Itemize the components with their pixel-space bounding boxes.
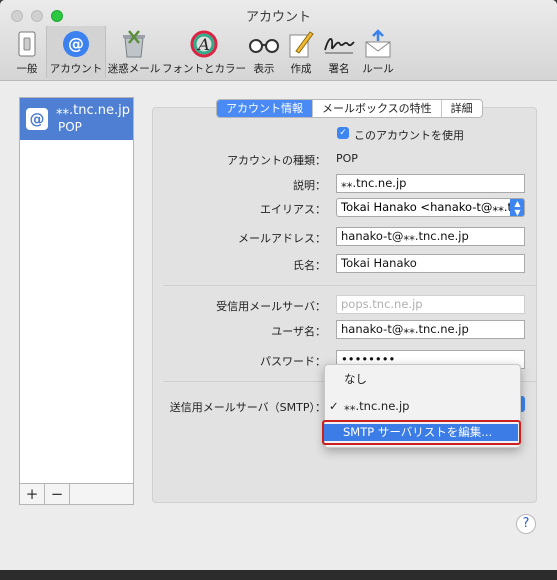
toolbar-item-accounts[interactable]: @ アカウント [46, 26, 106, 78]
annotation-highlight-box [322, 420, 521, 445]
enable-account-label: このアカウントを使用 [354, 129, 464, 142]
chevron-updown-icon: ▲ ▼ [510, 199, 524, 216]
password-label: パスワード： [260, 355, 326, 368]
title-bar: アカウント 一般 @ アカウント 迷惑メール A フォントとカラー 表示 作成 … [0, 0, 557, 81]
smtp-server-label: 送信用メールサーバ（SMTP）： [169, 401, 326, 414]
toolbar-item-fonts-colors[interactable]: A フォントとカラー [162, 26, 246, 78]
account-name: ⁎⁎.tnc.ne.jp [56, 103, 130, 118]
full-name-field[interactable]: Tokai Hanako [336, 254, 525, 273]
toolbar-item-label: アカウント [49, 63, 103, 75]
signature-icon [323, 28, 355, 60]
account-tabs: アカウント情報 メールボックスの特性 詳細 [216, 99, 483, 118]
menu-item-smtp-server[interactable]: ✓ ⁎⁎.tnc.ne.jp [325, 399, 520, 413]
add-account-button[interactable]: + [20, 484, 45, 504]
junk-trash-icon [120, 28, 148, 60]
email-field[interactable]: hanako-t@⁎⁎.tnc.ne.jp [336, 227, 525, 246]
toolbar-item-composing[interactable]: 作成 [282, 26, 320, 78]
alias-popup[interactable]: Tokai Hanako <hanako-t@⁎⁎.tnc.ne.jp> ▲▼ [336, 198, 525, 217]
alias-value: Tokai Hanako <hanako-t@⁎⁎.tnc.ne.jp> [341, 200, 524, 214]
username-field[interactable]: hanako-t@⁎⁎.tnc.ne.jp [336, 320, 525, 339]
checkmark-icon: ✓ [329, 399, 339, 413]
fonts-colors-icon: A [190, 28, 218, 60]
username-label: ユーザ名： [271, 325, 326, 338]
toolbar-item-label: フォントとカラー [162, 63, 246, 75]
toolbar-item-label: 作成 [290, 63, 312, 75]
toolbar-item-viewing[interactable]: 表示 [246, 26, 282, 78]
glasses-icon [248, 28, 280, 60]
alias-label: エイリアス： [260, 203, 326, 216]
pencil-compose-icon [288, 28, 314, 60]
toolbar-item-general[interactable]: 一般 [8, 26, 46, 78]
preferences-window: アカウント 一般 @ アカウント 迷惑メール A フォントとカラー 表示 作成 … [0, 0, 557, 570]
description-label: 説明： [293, 179, 326, 192]
tab-account-info[interactable]: アカウント情報 [217, 100, 313, 117]
section-divider [163, 285, 537, 286]
svg-text:@: @ [68, 34, 84, 53]
incoming-server-label: 受信用メールサーバ： [216, 300, 326, 313]
email-label: メールアドレス： [238, 232, 326, 245]
toolbar-item-label: 署名 [328, 63, 350, 75]
general-switch-icon [16, 28, 38, 60]
toolbar-item-junk[interactable]: 迷惑メール [106, 26, 162, 78]
account-type-label: アカウントの種類： [227, 154, 326, 167]
background-window-strip [0, 570, 557, 580]
at-sign-icon: @ [61, 28, 91, 60]
svg-text:A: A [196, 35, 210, 54]
accounts-list: @ ⁎⁎.tnc.ne.jp POP + − [19, 97, 134, 505]
enable-account-checkbox[interactable]: ✓ [337, 127, 349, 139]
help-button[interactable]: ? [516, 514, 536, 534]
tab-mailbox-behaviors[interactable]: メールボックスの特性 [313, 100, 442, 117]
preferences-toolbar: 一般 @ アカウント 迷惑メール A フォントとカラー 表示 作成 署名 ルール [8, 26, 398, 78]
toolbar-item-signatures[interactable]: 署名 [320, 26, 358, 78]
full-name-label: 氏名： [293, 259, 326, 272]
account-item[interactable]: @ ⁎⁎.tnc.ne.jp POP [20, 98, 133, 140]
incoming-server-field[interactable]: pops.tnc.ne.jp [336, 295, 525, 314]
toolbar-item-label: 迷惑メール [107, 63, 161, 75]
menu-item-none[interactable]: なし [325, 371, 539, 387]
remove-account-button[interactable]: − [45, 484, 70, 504]
tab-advanced[interactable]: 詳細 [442, 100, 482, 117]
toolbar-item-label: 一般 [16, 63, 38, 75]
account-list-controls: + − [20, 483, 133, 504]
toolbar-item-rules[interactable]: ルール [358, 26, 398, 78]
toolbar-item-label: ルール [362, 63, 394, 75]
description-field[interactable]: ⁎⁎.tnc.ne.jp [336, 174, 525, 193]
window-title: アカウント [245, 10, 311, 25]
toolbar-item-label: 表示 [253, 63, 275, 75]
rules-envelope-icon [363, 28, 393, 60]
account-type: POP [58, 120, 82, 134]
account-type-value: POP [336, 152, 358, 165]
at-sign-icon: @ [26, 108, 48, 130]
